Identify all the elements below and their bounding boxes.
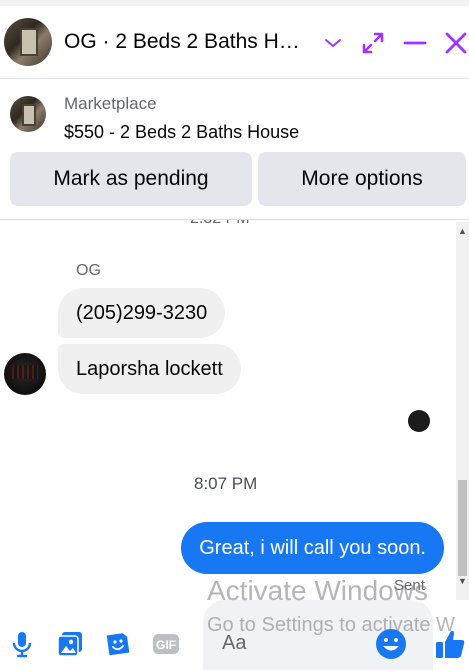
- message-list: 2:32 PM OG (205)299-3230 Laporsha locket…: [0, 220, 469, 600]
- chevron-down-icon[interactable]: [318, 28, 348, 58]
- scrollbar-thumb[interactable]: [458, 480, 467, 576]
- sender-name: OG: [76, 262, 101, 279]
- scroll-up-arrow-icon[interactable]: ▲: [458, 226, 467, 236]
- scroll-down-arrow-icon[interactable]: ▼: [458, 576, 467, 586]
- incoming-message[interactable]: (205)299-3230: [58, 288, 226, 338]
- chat-title[interactable]: OG · 2 Beds 2 Baths H…: [64, 30, 314, 54]
- close-icon[interactable]: [441, 28, 469, 58]
- marketplace-card[interactable]: Marketplace $550 - 2 Beds 2 Baths House: [0, 80, 469, 150]
- read-receipt-avatar: [408, 410, 430, 432]
- message-timestamp: 8:07 PM: [194, 474, 258, 493]
- minimize-icon[interactable]: [400, 28, 430, 58]
- avatar[interactable]: [4, 18, 52, 66]
- mark-as-pending-button[interactable]: Mark as pending: [10, 152, 252, 206]
- expand-icon[interactable]: [358, 28, 388, 58]
- listing-thumbnail: [10, 96, 46, 132]
- marketplace-label: Marketplace: [64, 94, 157, 113]
- svg-text:GIF: GIF: [156, 638, 176, 652]
- composer-toolbar: GIF: [0, 620, 469, 670]
- message-timestamp: 2:32 PM: [190, 220, 250, 228]
- more-options-button[interactable]: More options: [258, 152, 466, 206]
- activation-watermark-title: Activate Windows: [207, 575, 428, 606]
- microphone-icon[interactable]: [6, 628, 38, 660]
- listing-title: $550 - 2 Beds 2 Baths House: [64, 122, 300, 142]
- scrollbar[interactable]: ▲ ▼: [456, 222, 469, 600]
- outgoing-message[interactable]: Great, i will call you soon.: [181, 522, 444, 574]
- emoji-icon[interactable]: [373, 626, 409, 662]
- sender-avatar[interactable]: [4, 353, 46, 395]
- photo-icon[interactable]: [54, 628, 86, 660]
- chat-header: OG · 2 Beds 2 Baths H…: [0, 6, 469, 79]
- incoming-message[interactable]: Laporsha lockett: [58, 344, 241, 394]
- gif-icon[interactable]: GIF: [150, 628, 182, 660]
- chat-window: OG · 2 Beds 2 Baths H… Marketplace $550 …: [0, 0, 469, 670]
- thumbs-up-icon[interactable]: [432, 626, 468, 662]
- sticker-icon[interactable]: [102, 628, 134, 660]
